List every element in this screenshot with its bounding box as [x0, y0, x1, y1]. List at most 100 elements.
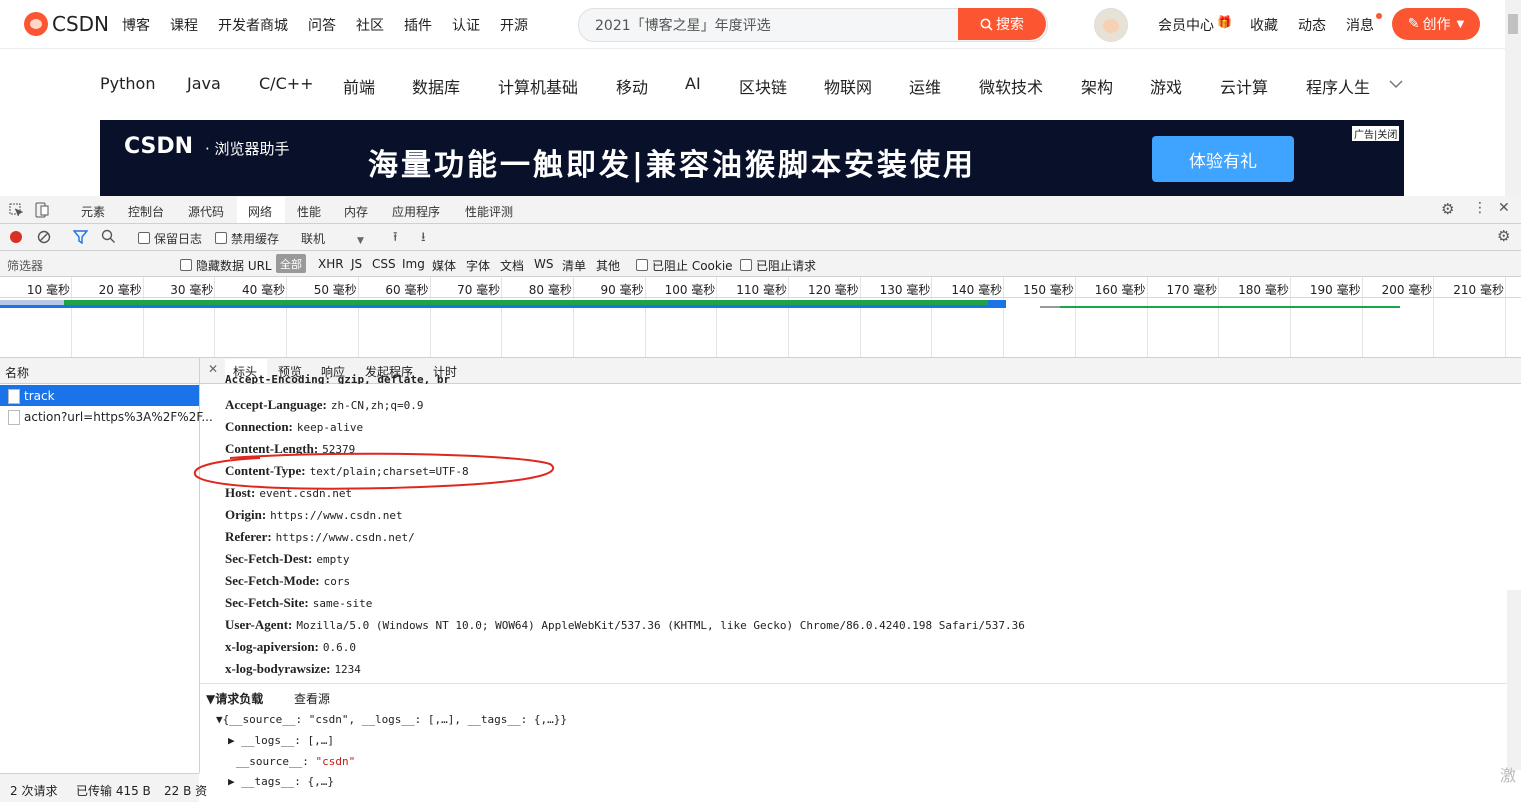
nav-favorites[interactable]: 收藏: [1250, 15, 1278, 35]
category-c-cpp[interactable]: C/C++: [259, 74, 314, 93]
timeline-gridline: [1218, 277, 1219, 357]
filter-doc[interactable]: 文档: [500, 257, 524, 274]
header-row[interactable]: Accept-Language: zh-CN,zh;q=0.9: [225, 397, 424, 413]
create-button-label: 创作: [1422, 17, 1451, 33]
category-architecture[interactable]: 架构: [1081, 74, 1113, 98]
category-python[interactable]: Python: [100, 74, 155, 93]
banner-cta-button[interactable]: 体验有礼: [1152, 136, 1294, 182]
tab-lighthouse[interactable]: 性能评测: [465, 203, 513, 220]
header-row[interactable]: Connection: keep-alive: [225, 419, 363, 435]
search-button[interactable]: 搜索: [958, 8, 1046, 40]
search-button-label: 搜索: [996, 17, 1024, 33]
category-iot[interactable]: 物联网: [824, 74, 872, 98]
filter-xhr[interactable]: XHR: [318, 257, 344, 271]
tab-console[interactable]: 控制台: [128, 203, 164, 220]
category-programmer-life[interactable]: 程序人生: [1306, 74, 1370, 98]
category-ops[interactable]: 运维: [909, 74, 941, 98]
header-row[interactable]: x-log-apiversion: 0.6.0: [225, 639, 356, 655]
nav-member-center[interactable]: 会员中心: [1158, 15, 1214, 35]
header-row[interactable]: Sec-Fetch-Mode: cors: [225, 573, 350, 589]
nav-link-qa[interactable]: 问答: [308, 15, 336, 35]
nav-link-opensource[interactable]: 开源: [500, 15, 528, 35]
ad-close-label[interactable]: 广告|关闭: [1352, 126, 1400, 141]
nav-link-certification[interactable]: 认证: [452, 15, 480, 35]
inspect-element-icon[interactable]: [9, 203, 23, 217]
tab-elements[interactable]: 元素: [81, 203, 105, 220]
header-row[interactable]: x-log-bodyrawsize: 1234: [225, 661, 361, 677]
filter-css[interactable]: CSS: [372, 257, 396, 271]
payload-tags[interactable]: ▶ __tags__: {,…}: [228, 775, 334, 788]
request-list-header[interactable]: 名称: [0, 358, 199, 384]
tab-sources[interactable]: 源代码: [188, 203, 224, 220]
chevron-down-icon[interactable]: [1388, 78, 1404, 90]
settings-gear-icon[interactable]: ⚙: [1441, 200, 1454, 218]
request-row[interactable]: action?url=https%3A%2F%2F...: [0, 406, 213, 427]
user-avatar[interactable]: [1094, 8, 1128, 42]
search-icon[interactable]: [101, 229, 116, 244]
record-icon[interactable]: [10, 231, 22, 243]
request-payload-title[interactable]: ▼请求负载: [206, 690, 263, 707]
throttling-select[interactable]: 联机 ▼: [301, 230, 364, 247]
payload-root[interactable]: ▼{__source__: "csdn", __logs__: [,…], __…: [216, 713, 567, 726]
filter-all-button[interactable]: 全部: [276, 254, 306, 273]
import-har-icon[interactable]: ⭱: [393, 228, 398, 250]
payload-logs[interactable]: ▶ __logs__: [,…]: [228, 734, 334, 747]
ad-banner[interactable]: CSDN · 浏览器助手 海量功能一触即发|兼容油猴脚本安装使用 体验有礼 广告…: [100, 120, 1404, 196]
device-toolbar-icon[interactable]: [35, 202, 49, 218]
preserve-log-checkbox[interactable]: 保留日志: [138, 230, 202, 247]
nav-activity[interactable]: 动态: [1298, 15, 1326, 35]
detail-scrollbar[interactable]: [1507, 590, 1521, 770]
nav-link-plugins[interactable]: 插件: [404, 15, 432, 35]
request-row[interactable]: track: [0, 385, 199, 406]
tab-performance[interactable]: 性能: [297, 203, 321, 220]
create-button[interactable]: ✎ 创作 ▼: [1392, 8, 1480, 40]
filter-media[interactable]: 媒体: [432, 257, 456, 274]
more-options-icon[interactable]: ⋮: [1473, 200, 1487, 216]
category-ai[interactable]: AI: [685, 74, 701, 93]
blocked-requests-checkbox[interactable]: 已阻止请求: [740, 257, 816, 274]
close-icon[interactable]: ✕: [1498, 200, 1510, 216]
header-key: Referer:: [225, 529, 272, 544]
filter-icon[interactable]: [73, 230, 88, 244]
export-har-icon[interactable]: ⭳: [421, 228, 426, 250]
view-source-link[interactable]: 查看源: [294, 690, 330, 707]
page-scrollbar[interactable]: [1505, 0, 1521, 196]
nav-link-dev-store[interactable]: 开发者商城: [218, 15, 288, 35]
filter-img[interactable]: Img: [402, 257, 425, 271]
tab-network[interactable]: 网络: [248, 203, 272, 220]
category-cloud[interactable]: 云计算: [1220, 74, 1268, 98]
close-detail-icon[interactable]: ✕: [208, 362, 218, 376]
csdn-logo[interactable]: CSDN: [24, 10, 109, 38]
filter-js[interactable]: JS: [351, 257, 362, 271]
category-cs-basics[interactable]: 计算机基础: [498, 74, 578, 98]
blocked-cookies-checkbox[interactable]: 已阻止 Cookie: [636, 257, 733, 274]
filter-manifest[interactable]: 清单: [562, 257, 586, 274]
hide-data-urls-checkbox[interactable]: 隐藏数据 URL: [180, 257, 272, 274]
category-frontend[interactable]: 前端: [343, 74, 375, 98]
category-blockchain[interactable]: 区块链: [739, 74, 787, 98]
category-microsoft[interactable]: 微软技术: [979, 74, 1043, 98]
filter-font[interactable]: 字体: [466, 257, 490, 274]
nav-messages[interactable]: 消息: [1346, 15, 1374, 35]
category-mobile[interactable]: 移动: [616, 74, 648, 98]
clear-icon[interactable]: [37, 230, 51, 244]
tab-memory[interactable]: 内存: [344, 203, 368, 220]
header-row[interactable]: Origin: https://www.csdn.net: [225, 507, 403, 523]
filter-ws[interactable]: WS: [534, 257, 553, 271]
category-database[interactable]: 数据库: [412, 74, 460, 98]
header-row[interactable]: User-Agent: Mozilla/5.0 (Windows NT 10.0;…: [225, 617, 1025, 633]
nav-link-blog[interactable]: 博客: [122, 15, 150, 35]
header-row[interactable]: Sec-Fetch-Dest: empty: [225, 551, 349, 567]
filter-other[interactable]: 其他: [596, 257, 620, 274]
tab-application[interactable]: 应用程序: [392, 203, 440, 220]
nav-link-community[interactable]: 社区: [356, 15, 384, 35]
header-row[interactable]: Referer: https://www.csdn.net/: [225, 529, 415, 545]
network-settings-gear-icon[interactable]: ⚙: [1497, 227, 1510, 245]
header-row[interactable]: Sec-Fetch-Site: same-site: [225, 595, 372, 611]
disable-cache-checkbox[interactable]: 禁用缓存: [215, 230, 279, 247]
filter-input[interactable]: 筛选器: [7, 257, 43, 274]
nav-link-courses[interactable]: 课程: [170, 15, 198, 35]
category-games[interactable]: 游戏: [1150, 74, 1182, 98]
timeline-gridline: [860, 277, 861, 357]
category-java[interactable]: Java: [187, 74, 221, 93]
